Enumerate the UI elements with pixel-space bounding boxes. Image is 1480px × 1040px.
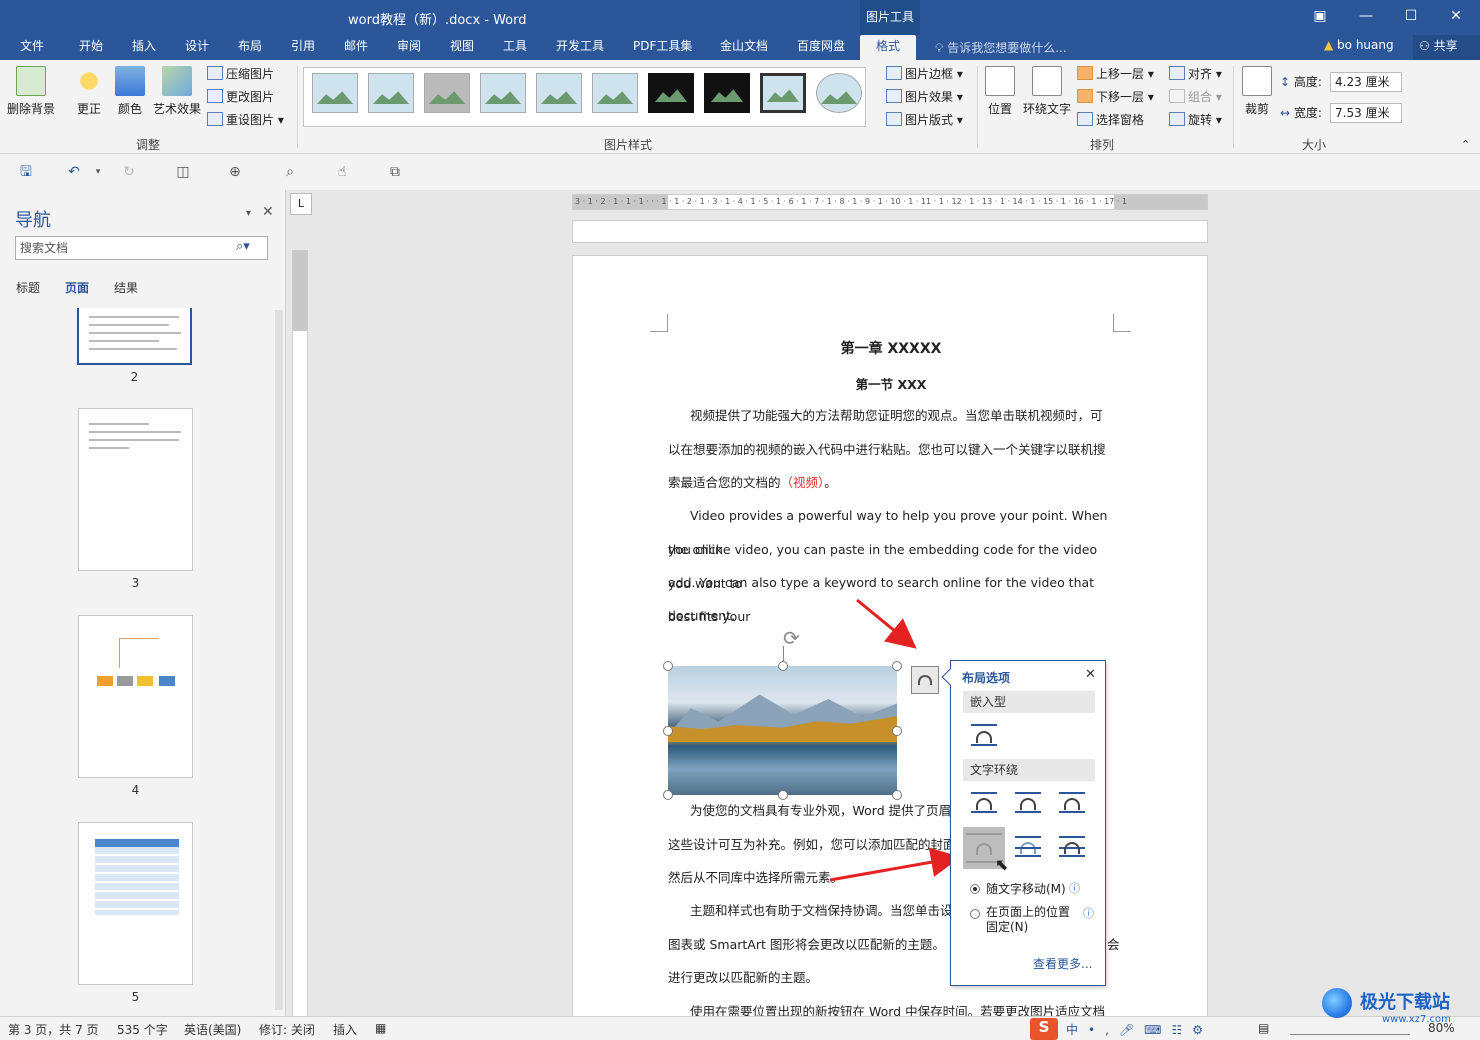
word-count-status[interactable]: 535 个字: [117, 1021, 168, 1038]
wrap-behind-text-option[interactable]: [1012, 833, 1044, 861]
language-status[interactable]: 英语(美国): [184, 1021, 241, 1038]
view-mode-icon[interactable]: ▤: [1258, 1021, 1269, 1035]
layout-options-panel: 布局选项 ✕ 嵌入型 文字环绕 ⬉ 随文字移动(M) ⓘ 在页面上的位置固定(N…: [941, 660, 1106, 986]
watermark-logo: [1322, 988, 1352, 1018]
wrap-through-option[interactable]: [1056, 789, 1088, 817]
wrap-section-header: 文字环绕: [963, 759, 1095, 781]
watermark-text: 极光下载站: [1360, 992, 1450, 1013]
ime-toolbar[interactable]: 中•,🎤︎⌨︎☷⚙︎: [1066, 1021, 1213, 1038]
status-bar: 第 3 页，共 7 页 535 个字 英语(美国) 修订: 关闭 插入 ▦ S …: [0, 1016, 1480, 1040]
track-changes-status[interactable]: 修订: 关闭: [259, 1021, 315, 1038]
wrap-in-front-option[interactable]: [1056, 833, 1088, 861]
wrap-tight-option[interactable]: [1012, 789, 1044, 817]
see-more-link[interactable]: 查看更多...: [1033, 955, 1092, 972]
panel-close-icon[interactable]: ✕: [1085, 667, 1096, 682]
wrap-square-option[interactable]: [968, 789, 1000, 817]
layout-options-title: 布局选项: [962, 671, 1011, 685]
fix-position-radio[interactable]: [970, 909, 980, 919]
info-icon[interactable]: ⓘ: [1069, 880, 1080, 896]
fix-position-label[interactable]: 在页面上的位置固定(N): [986, 905, 1081, 935]
info-icon[interactable]: ⓘ: [1083, 905, 1094, 921]
insert-mode-status[interactable]: 插入: [333, 1021, 357, 1038]
move-with-text-radio[interactable]: [970, 884, 980, 894]
site-watermark: 极光下载站 www.xz7.com: [1320, 986, 1478, 1038]
inline-with-text-option[interactable]: [968, 722, 1000, 750]
arrow-to-layout-button: [856, 598, 917, 649]
inline-section-header: 嵌入型: [963, 691, 1095, 713]
mouse-cursor-icon: ⬉: [995, 855, 1009, 874]
arrow-to-wrap-option: [829, 847, 961, 882]
sogou-ime-icon[interactable]: S: [1030, 1018, 1058, 1040]
move-with-text-label[interactable]: 随文字移动(M): [986, 880, 1066, 897]
annotation-arrows: [829, 598, 961, 882]
macro-icon[interactable]: ▦: [375, 1021, 386, 1035]
page-count-status[interactable]: 第 3 页，共 7 页: [8, 1021, 99, 1038]
watermark-url: www.xz7.com: [1382, 1014, 1451, 1025]
